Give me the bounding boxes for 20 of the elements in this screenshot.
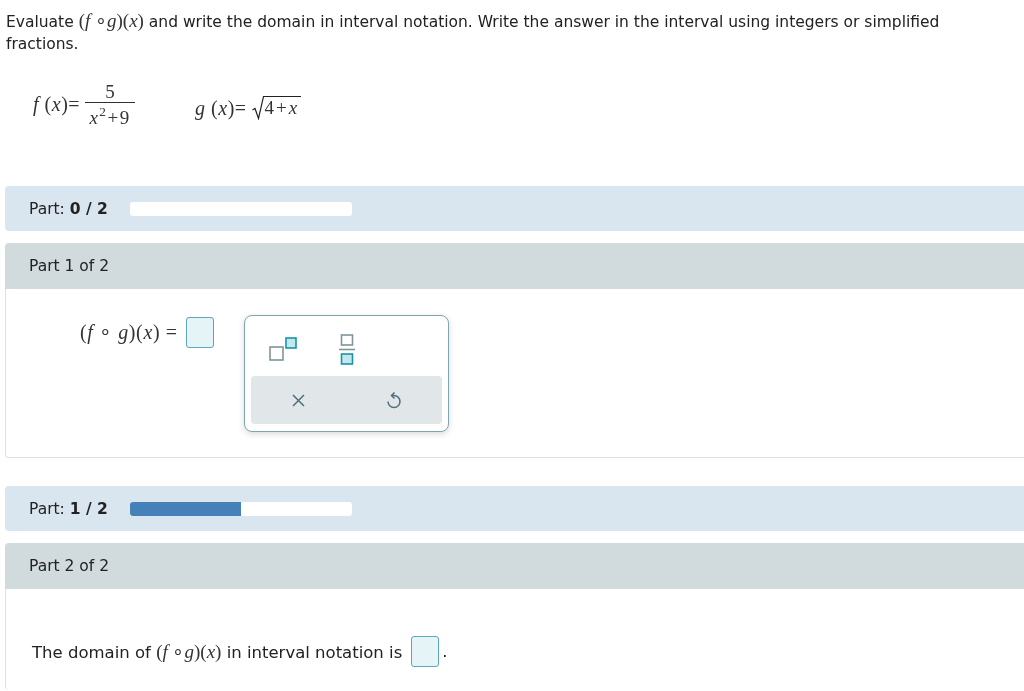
prompt-text: The domain of (f ∘g)(x) in interval notation is (32, 640, 403, 663)
denominator-text: x$^{2}$+9 (89, 102, 131, 128)
undo-icon (385, 391, 402, 409)
superscript-icon (268, 337, 297, 361)
part-header: Part 2 of 2 (5, 543, 1024, 589)
cross-icon (291, 393, 305, 407)
instructions-text: Evaluate (f ∘g)(x) and write the domain in interval notation. Write the answer in the interval using integers or simplified fractions. (6, 10, 941, 55)
part-header: Part 1 of 2 (5, 243, 1024, 289)
answer-field[interactable] (411, 636, 440, 667)
function-label: f (x)= (33, 92, 81, 116)
fraction-icon (338, 333, 355, 365)
numerator-text: 5 (105, 80, 115, 102)
sentence-period: . (442, 642, 448, 661)
answer-field[interactable] (185, 317, 214, 348)
progress-label: Part: 1 / 2 (29, 499, 108, 518)
radicand-text: 4+x (263, 96, 302, 119)
function-label: g (x)= (195, 96, 247, 120)
equation-label: (f ∘ g)(x) = (80, 320, 178, 344)
progress-label: Part: 0 / 2 (29, 199, 108, 218)
square-root-sign-icon (251, 96, 264, 120)
